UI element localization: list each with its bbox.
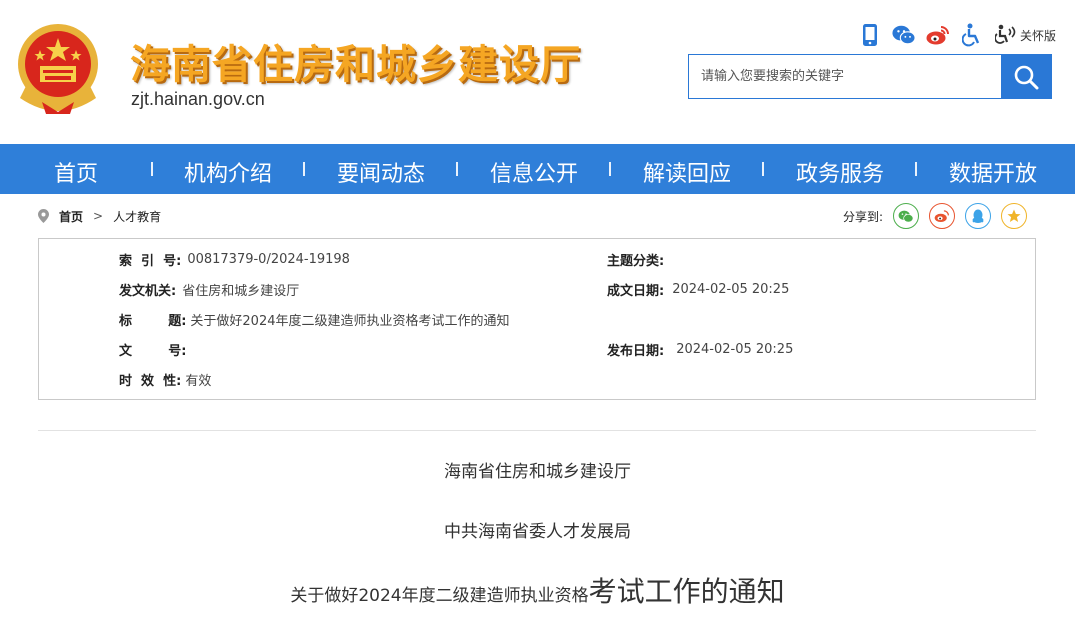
care-mode-icon[interactable] (994, 23, 1018, 47)
document-metadata: 索 引 号: 00817379-0/2024-19198 发文机关: 省住房和城… (38, 238, 1036, 400)
article-issuer-1: 海南省住房和城乡建设厅 (444, 462, 631, 482)
meta-label: 发布日期: (607, 343, 665, 359)
meta-label: 索 引 号: (119, 253, 182, 269)
meta-value: 00817379-0/2024-19198 (187, 251, 350, 267)
qq-icon (972, 209, 984, 223)
share-bar: 分享到: (843, 203, 1028, 229)
meta-value: 2024-02-05 20:25 (676, 341, 794, 357)
share-wechat-button[interactable] (893, 203, 920, 229)
nav-item-disclosure[interactable]: 信息公开 (490, 156, 578, 188)
nav-item-interpretation[interactable]: 解读回应 (643, 156, 731, 188)
wechat-icon (898, 210, 914, 222)
meta-index-no: 索 引 号: 00817379-0/2024-19198 (119, 249, 350, 269)
nav-separator (151, 162, 153, 176)
meta-label: 成文日期: (607, 283, 665, 299)
site-domain: zjt.hainan.gov.cn (131, 89, 265, 109)
nav-item-news[interactable]: 要闻动态 (337, 156, 425, 188)
meta-label: 发文机关: (119, 283, 177, 299)
site-title[interactable]: 海南省住房和城乡建设厅 (130, 32, 581, 90)
article-title: 关于做好2024年度二级建造师执业资格考试工作的通知 (0, 570, 1075, 610)
nav-separator (762, 162, 764, 176)
share-label: 分享到: (843, 209, 884, 224)
main-nav: 首页 机构介绍 要闻动态 信息公开 解读回应 政务服务 数据开放 (0, 144, 1075, 194)
meta-value: 有效 (185, 373, 212, 389)
national-emblem-logo[interactable] (12, 20, 104, 118)
article-title-part-1: 关于做好2024年度二级建造师执业资格 (290, 586, 589, 606)
nav-separator (303, 162, 305, 176)
meta-doc-no: 文 号: (119, 339, 186, 359)
meta-value: 省住房和城乡建设厅 (182, 283, 300, 299)
weibo-icon (934, 210, 950, 223)
top-tools: 关怀版 (858, 22, 1056, 48)
share-favorite-button[interactable] (1001, 203, 1028, 229)
search-icon (1014, 65, 1039, 89)
meta-issuer: 发文机关: 省住房和城乡建设厅 (119, 279, 299, 299)
share-qq-button[interactable] (965, 203, 992, 229)
breadcrumb: 首页 > 人才教育 (38, 206, 161, 226)
wechat-icon[interactable] (892, 23, 916, 47)
star-icon (1007, 209, 1021, 222)
meta-label: 文 号: (119, 343, 187, 359)
site-header: 海南省住房和城乡建设厅 zjt.hainan.gov.cn 关怀版 (0, 0, 1075, 144)
search-input[interactable] (689, 55, 1001, 98)
breadcrumb-separator: > (93, 209, 104, 223)
meta-label: 标 题: (119, 313, 187, 329)
nav-item-about[interactable]: 机构介绍 (184, 156, 272, 188)
mobile-icon[interactable] (858, 23, 882, 47)
search-button[interactable] (1001, 55, 1051, 98)
article-issuer-2: 中共海南省委人才发展局 (444, 522, 631, 542)
meta-value: 2024-02-05 20:25 (672, 281, 790, 297)
nav-item-services[interactable]: 政务服务 (796, 156, 884, 188)
share-weibo-button[interactable] (929, 203, 956, 229)
weibo-icon[interactable] (926, 23, 950, 47)
breadcrumb-current[interactable]: 人才教育 (113, 208, 161, 225)
nav-item-open-data[interactable]: 数据开放 (949, 156, 1037, 188)
nav-separator (915, 162, 917, 176)
care-mode-link[interactable]: 关怀版 (1020, 27, 1056, 44)
meta-validity: 时 效 性: 有效 (119, 369, 211, 389)
meta-label: 时 效 性: (119, 373, 182, 389)
nav-separator (456, 162, 458, 176)
meta-published: 发布日期: 2024-02-05 20:25 (607, 339, 793, 359)
meta-title: 标 题: 关于做好2024年度二级建造师执业资格考试工作的通知 (119, 309, 510, 329)
location-pin-icon (38, 209, 49, 223)
accessibility-icon[interactable] (960, 23, 984, 47)
search-box (688, 54, 1052, 99)
meta-label: 主题分类: (607, 253, 665, 269)
nav-item-home[interactable]: 首页 (54, 156, 98, 188)
meta-created: 成文日期: 2024-02-05 20:25 (607, 279, 789, 299)
article-title-part-2: 考试工作的通知 (588, 575, 785, 608)
meta-value: 关于做好2024年度二级建造师执业资格考试工作的通知 (190, 313, 510, 329)
breadcrumb-home[interactable]: 首页 (59, 208, 83, 225)
nav-separator (609, 162, 611, 176)
content-divider (38, 430, 1036, 431)
meta-subject: 主题分类: (607, 249, 664, 269)
